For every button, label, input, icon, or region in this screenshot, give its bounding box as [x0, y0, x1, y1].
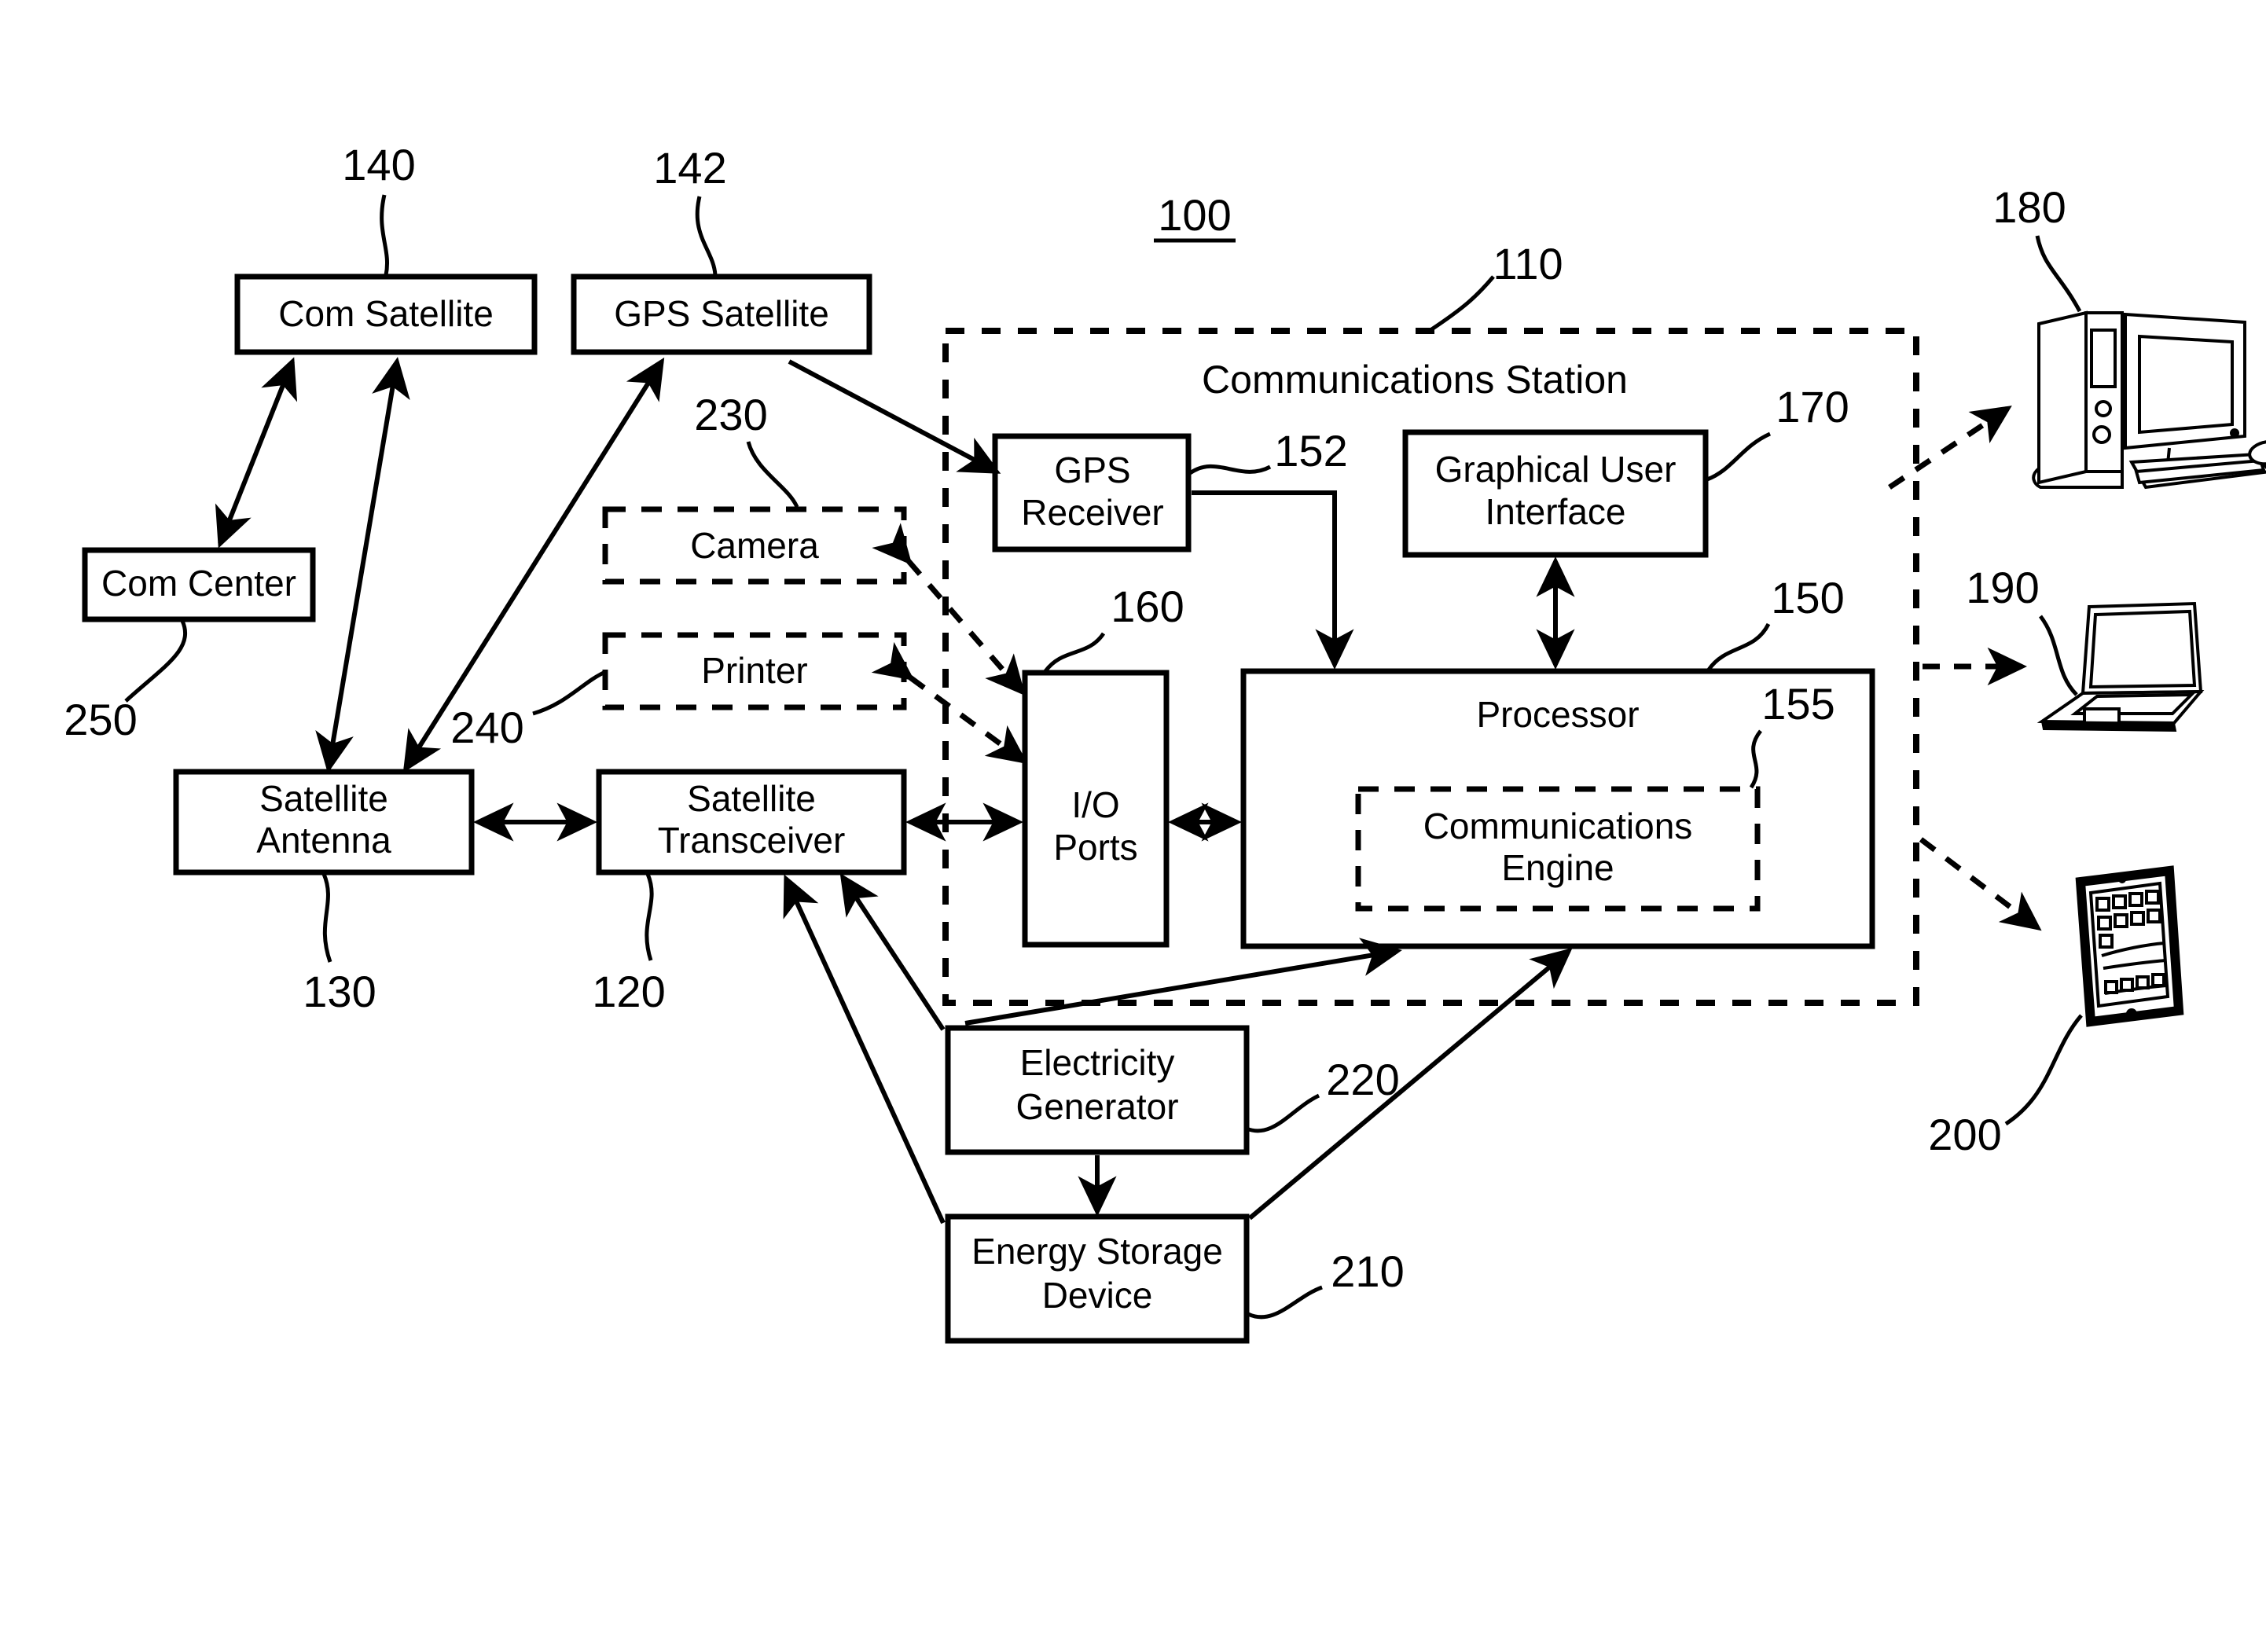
- energy-storage-device-label-line1: Energy Storage: [971, 1231, 1223, 1272]
- printer-label: Printer: [701, 650, 807, 691]
- tablet-app-icon[interactable]: [2114, 913, 2128, 928]
- tablet-app-icon[interactable]: [2112, 894, 2127, 909]
- gps-receiver-label-line2: Receiver: [1021, 492, 1164, 533]
- station-title: Communications Station: [1202, 358, 1628, 402]
- satellite-transceiver-label-line1: Satellite: [687, 778, 816, 819]
- ref-130-text: 130: [303, 967, 376, 1016]
- gps-receiver-label-line1: GPS: [1054, 450, 1130, 490]
- processor-label: Processor: [1476, 694, 1639, 735]
- patent-figure-canvas: 100 Communications Station 110 Com Satel…: [0, 0, 2266, 1652]
- tablet-dock-icon[interactable]: [2151, 973, 2165, 987]
- tablet-app-icon[interactable]: [2097, 916, 2112, 931]
- satellite-antenna-label-line1: Satellite: [259, 778, 388, 819]
- energy-storage-device-label-line2: Device: [1042, 1275, 1153, 1316]
- tablet-dock-icon[interactable]: [2136, 975, 2150, 989]
- tablet-home-button[interactable]: [2126, 1008, 2137, 1019]
- ref-150-text: 150: [1771, 573, 1844, 622]
- desktop-monitor-led: [2230, 428, 2239, 438]
- ref-152-text: 152: [1274, 426, 1347, 475]
- ref-120-text: 120: [592, 967, 665, 1016]
- tablet-app-icon[interactable]: [2099, 934, 2114, 949]
- satellite-antenna-label-line2: Antenna: [256, 820, 391, 861]
- desktop-indicator: [2092, 425, 2111, 444]
- io-ports-label-line2: Ports: [1053, 827, 1137, 868]
- electricity-generator-label-line1: Electricity: [1020, 1042, 1175, 1083]
- tablet-dock-icon[interactable]: [2104, 980, 2118, 994]
- gui-label-line1: Graphical User: [1435, 449, 1677, 490]
- desktop-drive-bay: [2090, 329, 2117, 388]
- tablet-app-icon[interactable]: [2130, 911, 2145, 926]
- satellite-transceiver-label-line2: Transceiver: [658, 820, 846, 861]
- camera-label: Camera: [690, 525, 819, 566]
- communications-engine-label-line1: Communications: [1423, 806, 1693, 846]
- tablet-app-icon[interactable]: [2147, 909, 2161, 923]
- ref-110-text: 110: [1493, 239, 1563, 288]
- com-satellite-label: Com Satellite: [278, 293, 494, 334]
- ref-142-text: 142: [653, 143, 726, 193]
- electricity-generator-label-line2: Generator: [1015, 1086, 1178, 1127]
- ref-230-text: 230: [694, 390, 767, 439]
- laptop-screen: [2088, 609, 2197, 689]
- ref-140-text: 140: [342, 140, 415, 189]
- com-center-label: Com Center: [101, 563, 296, 604]
- ref-100-text: 100: [1158, 190, 1231, 240]
- ref-190-text: 190: [1966, 563, 2039, 612]
- ref-200-text: 200: [1928, 1110, 2001, 1159]
- communications-engine-label-line2: Engine: [1501, 847, 1614, 888]
- ref-220-text: 220: [1326, 1055, 1399, 1104]
- tablet-app-icon[interactable]: [2145, 890, 2160, 905]
- ref-155-text: 155: [1761, 679, 1834, 729]
- gui-label-line2: Interface: [1486, 491, 1626, 532]
- ref-250-text: 250: [64, 695, 137, 744]
- ref-210-text: 210: [1331, 1246, 1404, 1296]
- ref-170-text: 170: [1776, 382, 1849, 431]
- tablet-camera-icon: [2118, 876, 2126, 883]
- block-diagram-svg: 100 Communications Station 110 Com Satel…: [0, 0, 2266, 1652]
- tablet-app-icon[interactable]: [2128, 892, 2143, 907]
- io-ports-label-line1: I/O: [1071, 784, 1119, 825]
- desktop-power-button[interactable]: [2095, 400, 2112, 417]
- desktop-tower-side: [2037, 310, 2088, 485]
- figure-ref-100: 100: [1154, 190, 1236, 243]
- tablet-dock-icon[interactable]: [2120, 978, 2134, 992]
- ref-180-text: 180: [1992, 182, 2066, 232]
- ref-240-text: 240: [450, 703, 523, 752]
- desktop-monitor-screen: [2138, 334, 2234, 435]
- laptop-base-edge: [2040, 720, 2177, 732]
- ref-160-text: 160: [1111, 582, 1184, 631]
- gps-satellite-label: GPS Satellite: [614, 293, 829, 334]
- tablet-app-icon[interactable]: [2095, 897, 2110, 912]
